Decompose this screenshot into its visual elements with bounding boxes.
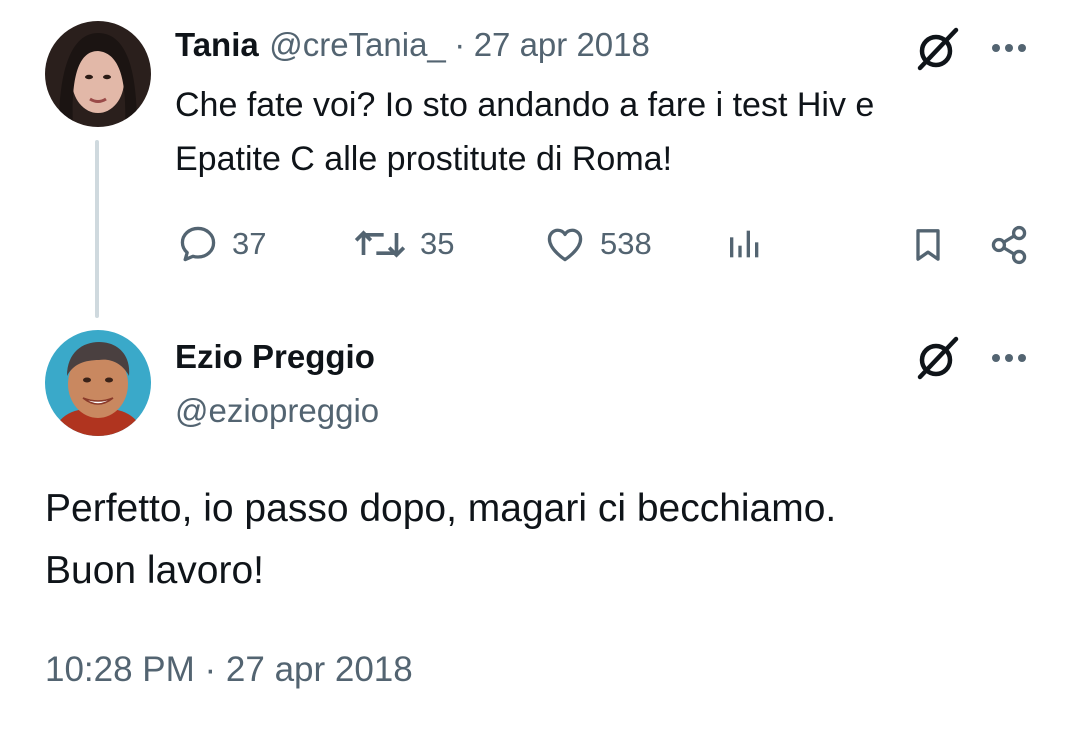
like-count: 538 bbox=[600, 226, 652, 261]
separator: · bbox=[454, 26, 466, 63]
tweet-text-line-1: Perfetto, io passo dopo, magari ci becch… bbox=[45, 487, 837, 530]
author-name[interactable]: Ezio Preggio bbox=[175, 338, 375, 376]
like-action[interactable]: 538 bbox=[542, 222, 652, 266]
reply-text-line-1: Che fate voi? Io sto andando a fare i te… bbox=[175, 86, 875, 124]
grok-icon[interactable] bbox=[912, 26, 964, 72]
author-handle[interactable]: @creTania_ bbox=[269, 26, 446, 63]
grok-icon[interactable] bbox=[912, 335, 964, 381]
more-icon[interactable] bbox=[985, 340, 1033, 376]
share-icon[interactable] bbox=[985, 222, 1033, 268]
repost-count: 35 bbox=[420, 226, 455, 261]
reply-header: Tania @creTania_ · 27 apr 2018 bbox=[175, 26, 650, 64]
avatar-tania[interactable] bbox=[45, 21, 151, 127]
tweet-timestamp[interactable]: 10:28 PM · 27 apr 2018 bbox=[45, 650, 413, 690]
tweet-text: Perfetto, io passo dopo, magari ci becch… bbox=[45, 478, 1045, 602]
author-handle[interactable]: @eziopreggio bbox=[175, 392, 379, 430]
tweet-text-line-2: Buon lavoro! bbox=[45, 549, 264, 592]
reply-action[interactable]: 37 bbox=[176, 222, 266, 266]
bookmark-icon[interactable] bbox=[905, 222, 951, 268]
author-name[interactable]: Tania bbox=[175, 26, 259, 63]
reply-count: 37 bbox=[232, 226, 267, 261]
reply-text-line-2: Epatite C alle prostitute di Roma! bbox=[175, 140, 673, 178]
avatar-ezio[interactable] bbox=[45, 330, 151, 436]
like-icon bbox=[547, 228, 583, 262]
tweet-date[interactable]: 27 apr 2018 bbox=[474, 26, 650, 63]
reply-icon bbox=[180, 226, 216, 262]
repost-action[interactable]: 35 bbox=[352, 222, 454, 266]
reply-text: Che fate voi? Io sto andando a fare i te… bbox=[175, 78, 1055, 186]
repost-icon bbox=[354, 230, 406, 258]
thread-connector-line bbox=[95, 140, 99, 318]
more-icon[interactable] bbox=[985, 30, 1033, 66]
views-icon[interactable] bbox=[722, 222, 768, 266]
